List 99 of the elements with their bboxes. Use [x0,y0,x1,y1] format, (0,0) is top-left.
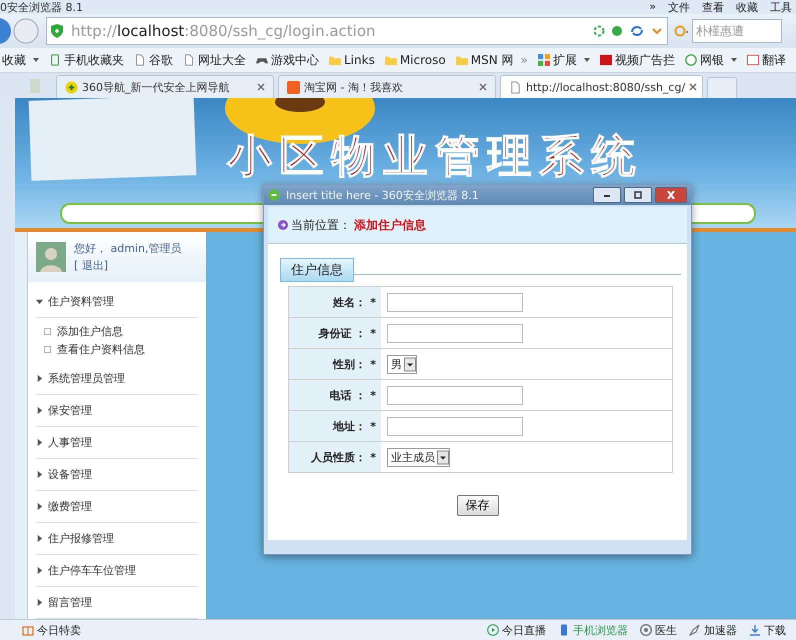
close-icon[interactable] [257,83,265,91]
plus-circle-icon [65,80,78,94]
search-field[interactable]: 朴槿惠遭 [692,19,782,43]
gift-icon [22,624,34,636]
bookmark-item[interactable]: 谷歌 [134,52,173,68]
required-mark: * [370,450,376,464]
bookmark-item[interactable]: 游戏中心 [256,52,319,68]
page-icon [509,80,522,94]
browser-tab[interactable]: 360导航_新一代安全上网导航 [56,75,274,98]
bookmark-item[interactable]: 收藏 [2,52,39,68]
breadcrumb-current: 添加住户信息 [354,216,426,234]
menu-group[interactable]: 系统管理员管理 [36,363,198,395]
menu-subitem[interactable]: 查看住户资料信息 [44,342,198,357]
tab-stub [30,78,40,92]
save-button[interactable]: 保存 [456,495,498,516]
avatar-icon [36,242,66,272]
field-label: 人员性质： [311,450,366,464]
status-item[interactable]: 今日直播 [487,622,546,638]
required-mark: * [370,388,376,402]
status-item[interactable]: 医生 [640,622,677,638]
field-label: 性别： [333,356,366,372]
greeting-text: 您好， admin,管理员 [74,241,182,256]
page-icon [183,54,195,66]
bookmark-item[interactable]: 翻译 [746,52,786,68]
back-forward-icon[interactable] [0,16,40,46]
phone-icon [558,624,570,636]
folder-icon [456,54,468,66]
required-mark: * [370,420,376,432]
folder-icon [384,54,397,66]
target-icon [640,624,652,636]
minimize-button[interactable] [593,187,621,203]
dropdown-icon[interactable] [651,26,663,36]
close-button[interactable] [655,187,687,203]
bookmark-item[interactable]: 视频广告拦 [600,52,675,68]
bookmark-item[interactable]: MSN 网 » [456,52,528,68]
translate-icon [746,54,759,66]
select-dropdown[interactable]: 男 [387,354,417,374]
fieldset-legend: 住户信息 [280,258,354,282]
square-icon [44,328,51,335]
status-item[interactable]: 加速器 [689,622,737,638]
square-icon [44,346,51,353]
menu-subitem[interactable]: 添加住户信息 [44,324,198,339]
play-icon [487,624,499,636]
refresh-icon[interactable] [629,24,645,38]
page-icon [134,54,146,66]
browser-tab[interactable]: http://localhost:8080/ssh_cg/ [500,75,703,98]
select-dropdown[interactable]: 业主成员 [387,448,450,466]
menu-overflow[interactable]: » [649,0,656,14]
menu-group[interactable]: 设备管理 [36,459,198,491]
menu-item[interactable]: 查看 [702,0,724,14]
menu-group[interactable]: 缴费管理 [36,491,198,523]
text-input[interactable] [387,416,523,436]
maximize-icon [633,191,643,199]
menu-group[interactable]: 住户停车车位管理 [36,555,198,587]
shield-icon [51,24,63,38]
download-icon [749,624,761,636]
window-title: 0安全浏览器 8.1 [0,0,83,14]
field-label: 姓名： [333,294,366,310]
status-item[interactable]: 下载 [749,622,786,638]
required-mark: * [370,296,376,308]
bookmark-item[interactable]: 手机收藏夹 [49,52,124,68]
breadcrumb-label: 当前位置： [291,216,351,234]
browser-icon [268,189,280,201]
required-mark: * [370,326,376,340]
bookmark-item[interactable]: 扩展 [538,52,590,68]
required-mark: * [370,358,376,370]
status-item[interactable]: 今日特卖 [22,622,81,638]
bookmark-item[interactable]: 网银 [684,52,737,68]
field-label: 地址： [333,418,366,434]
bookmark-item[interactable]: Microso [384,53,446,67]
menu-item[interactable]: 工具 [770,0,792,14]
menu-group[interactable]: 住户资料管理 [36,286,198,318]
maximize-button[interactable] [624,187,652,203]
grid-icon [538,54,550,66]
folder-icon [329,54,341,66]
menu-group[interactable]: 人事管理 [36,427,198,459]
text-input[interactable] [387,386,523,404]
bookmark-item[interactable]: Links [329,53,375,67]
banner-title: 小区物业管理系统 [228,134,644,180]
url-field[interactable]: http://localhost:8080/ssh_cg/login.action [46,17,668,45]
menu-item[interactable]: 收藏 [736,0,758,14]
arrow-circle-icon [278,220,288,230]
bookmark-item[interactable]: 网址大全 [183,52,246,68]
field-label: 身份证 ： [318,326,366,340]
text-input[interactable] [387,292,523,312]
close-icon[interactable] [479,83,487,91]
close-icon [666,191,676,199]
menu-group[interactable]: 住户报修管理 [36,523,198,555]
search-engine-icon[interactable] [674,24,690,38]
loading-icon [593,25,605,37]
menu-group[interactable]: 保安管理 [36,395,198,427]
browser-tab[interactable]: 淘宝网 - 淘！我喜欢 [278,75,496,98]
phone-icon [49,54,61,66]
field-label: 电话 ： [329,388,366,402]
menu-item[interactable]: 文件 [668,0,690,14]
close-icon[interactable] [689,83,698,91]
text-input[interactable] [387,324,523,342]
popup-title: Insert title here - 360安全浏览器 8.1 [286,188,480,202]
logout-link[interactable]: [ 退出] [74,258,182,273]
